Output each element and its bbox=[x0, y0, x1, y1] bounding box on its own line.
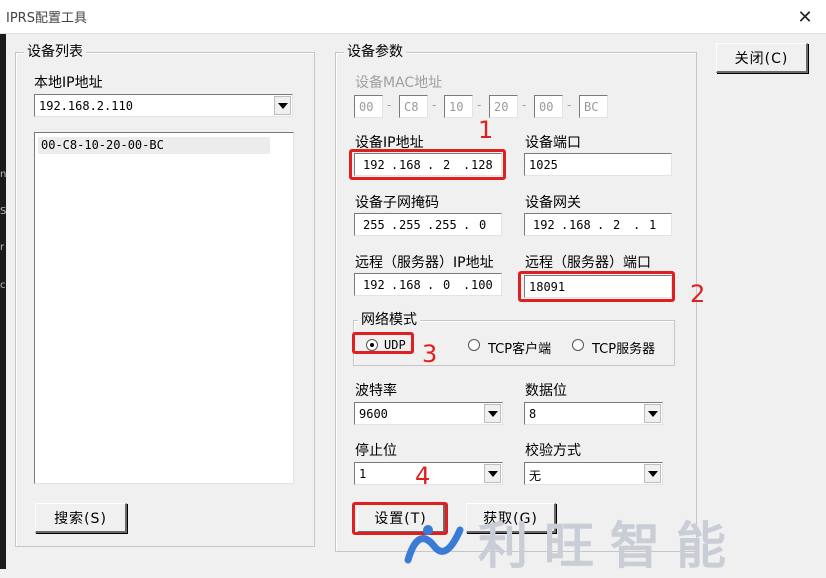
chevron-down-icon[interactable] bbox=[484, 404, 501, 423]
mac-label: 设备MAC地址 bbox=[355, 75, 443, 91]
mac-octet-field: 00 bbox=[534, 95, 563, 118]
search-button[interactable]: 搜索(S) bbox=[35, 503, 127, 533]
edge-char: r bbox=[0, 242, 5, 253]
ip-dot: . bbox=[427, 218, 435, 232]
edge-char: n bbox=[0, 169, 7, 180]
list-item[interactable]: 00-C8-10-20-00-BC bbox=[38, 137, 270, 154]
annotation-step-4: 4 bbox=[415, 462, 431, 490]
parity-select[interactable]: 无 bbox=[524, 462, 663, 485]
ip-octet: 0 bbox=[443, 278, 451, 292]
local-ip-label: 本地IP地址 bbox=[34, 75, 103, 91]
device-port-field[interactable]: 1025 bbox=[524, 153, 672, 176]
edge-char: c bbox=[0, 280, 6, 291]
ip-octet: 168 bbox=[399, 278, 421, 292]
radio-unselected-icon bbox=[468, 339, 480, 351]
ip-dot: . bbox=[391, 278, 399, 292]
radio-tcp-server-label: TCP服务器 bbox=[592, 342, 656, 357]
edge-char: S bbox=[0, 206, 7, 217]
ip-dot: . bbox=[463, 218, 471, 232]
baud-rate-value: 9600 bbox=[359, 407, 388, 421]
ip-octet: 1 bbox=[649, 218, 657, 232]
local-ip-value: 192.168.2.110 bbox=[39, 99, 133, 113]
annotation-box bbox=[352, 332, 414, 354]
ip-octet: 2 bbox=[613, 218, 621, 232]
ip-dot: . bbox=[597, 218, 605, 232]
remote-ip-field[interactable]: 192 . 168 . 0 . 100 bbox=[354, 273, 502, 296]
close-window-icon[interactable]: ✕ bbox=[792, 4, 818, 30]
ip-octet: 192 bbox=[363, 278, 385, 292]
mac-octet-field: 00 bbox=[354, 95, 383, 118]
data-bits-select[interactable]: 8 bbox=[524, 402, 663, 425]
annotation-box bbox=[518, 271, 675, 302]
local-ip-select[interactable]: 192.168.2.110 bbox=[34, 94, 293, 117]
ip-octet: 255 bbox=[435, 218, 457, 232]
chevron-down-icon[interactable] bbox=[644, 404, 661, 423]
background-window-edge: n S r c bbox=[0, 34, 6, 569]
subnet-mask-label: 设备子网掩码 bbox=[355, 195, 439, 211]
ip-octet: 168 bbox=[569, 218, 591, 232]
close-button[interactable]: 关闭(C) bbox=[716, 43, 808, 73]
ip-dot: . bbox=[463, 278, 471, 292]
ip-octet: 192 bbox=[533, 218, 555, 232]
ip-dot: . bbox=[633, 218, 641, 232]
parity-label: 校验方式 bbox=[525, 443, 581, 459]
chevron-down-icon[interactable] bbox=[644, 464, 661, 483]
mac-separator: - bbox=[387, 98, 392, 112]
remote-port-label: 远程（服务器）端口 bbox=[525, 255, 651, 271]
chevron-down-icon[interactable] bbox=[274, 96, 291, 115]
device-port-label: 设备端口 bbox=[525, 135, 581, 151]
data-bits-value: 8 bbox=[529, 407, 537, 421]
stop-bits-value: 1 bbox=[359, 467, 367, 481]
chevron-down-icon[interactable] bbox=[484, 464, 501, 483]
data-bits-label: 数据位 bbox=[525, 383, 567, 399]
window-title: IPRS配置工具 bbox=[6, 11, 87, 26]
device-params-legend: 设备参数 bbox=[344, 44, 406, 60]
radio-tcp-client-label: TCP客户端 bbox=[488, 342, 552, 357]
gateway-label: 设备网关 bbox=[525, 195, 581, 211]
radio-tcp-server[interactable]: TCP服务器 bbox=[570, 336, 670, 357]
annotation-box bbox=[349, 149, 506, 180]
ip-octet: 100 bbox=[471, 278, 493, 292]
network-mode-legend: 网络模式 bbox=[358, 312, 420, 328]
annotation-step-2: 2 bbox=[690, 280, 706, 308]
remote-ip-label: 远程（服务器）IP地址 bbox=[355, 255, 494, 271]
mac-separator: - bbox=[432, 98, 437, 112]
ip-octet: 255 bbox=[399, 218, 421, 232]
device-list-legend: 设备列表 bbox=[24, 44, 86, 60]
subnet-mask-field[interactable]: 255 . 255 . 255 . 0 bbox=[354, 213, 502, 236]
mac-octet-field: 10 bbox=[444, 95, 473, 118]
gateway-field[interactable]: 192 . 168 . 2 . 1 bbox=[524, 213, 672, 236]
mac-separator: - bbox=[522, 98, 527, 112]
mac-octet-field: BC bbox=[579, 95, 608, 118]
watermark-logo-icon bbox=[404, 525, 464, 564]
ip-dot: . bbox=[427, 278, 435, 292]
annotation-step-1: 1 bbox=[478, 116, 494, 144]
mac-octet-field: 20 bbox=[489, 95, 518, 118]
stop-bits-label: 停止位 bbox=[355, 443, 397, 459]
ip-octet: 0 bbox=[479, 218, 487, 232]
device-listbox[interactable]: 00-C8-10-20-00-BC bbox=[34, 132, 294, 484]
ip-dot: . bbox=[391, 218, 399, 232]
annotation-step-3: 3 bbox=[422, 340, 438, 368]
mac-separator: - bbox=[477, 98, 482, 112]
mac-octet-field: C8 bbox=[399, 95, 428, 118]
parity-value: 无 bbox=[529, 469, 542, 483]
baud-rate-label: 波特率 bbox=[355, 383, 397, 399]
watermark-text: 利旺智能 bbox=[478, 517, 742, 575]
baud-rate-select[interactable]: 9600 bbox=[354, 402, 503, 425]
title-bar: IPRS配置工具 ✕ bbox=[0, 0, 826, 34]
ip-octet: 255 bbox=[363, 218, 385, 232]
mac-separator: - bbox=[567, 98, 572, 112]
ip-dot: . bbox=[561, 218, 569, 232]
radio-tcp-client[interactable]: TCP客户端 bbox=[466, 336, 566, 357]
radio-unselected-icon bbox=[572, 339, 584, 351]
